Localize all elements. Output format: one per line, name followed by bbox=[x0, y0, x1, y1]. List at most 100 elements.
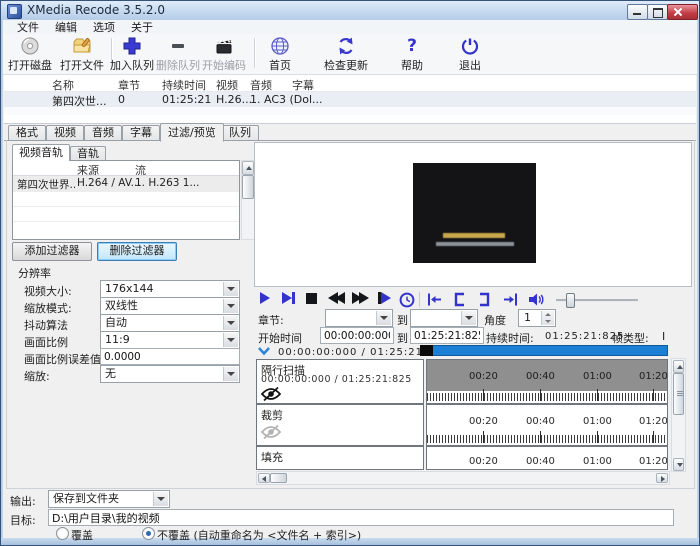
target-path-input[interactable] bbox=[48, 509, 674, 526]
mark-start-button[interactable] bbox=[452, 292, 470, 307]
seek-to-end-button[interactable] bbox=[502, 292, 520, 307]
subtab-audio-track[interactable]: 音轨 bbox=[70, 146, 106, 161]
chevron-down-icon[interactable] bbox=[153, 492, 168, 506]
chevron-down-toggle[interactable] bbox=[257, 346, 271, 359]
zoom-select[interactable]: 无 bbox=[100, 365, 240, 383]
seek-bar-cursor[interactable] bbox=[420, 345, 433, 356]
maximize-button[interactable] bbox=[647, 4, 668, 20]
track-pad-ruler[interactable]: 00:20 00:40 01:00 01:20 bbox=[426, 446, 668, 470]
spinner-arrows-icon[interactable] bbox=[541, 311, 554, 325]
seek-to-start-button[interactable] bbox=[426, 292, 444, 307]
close-button[interactable] bbox=[667, 4, 698, 20]
power-icon bbox=[460, 36, 480, 56]
major-tick bbox=[597, 389, 598, 401]
chevron-down-icon[interactable] bbox=[223, 367, 238, 381]
scale-mode-select[interactable]: 双线性 bbox=[100, 297, 240, 315]
dither-label: 抖动算法 bbox=[24, 317, 68, 333]
tab-audio[interactable]: 音频 bbox=[84, 125, 122, 140]
chevron-down-icon[interactable] bbox=[223, 333, 238, 347]
tab-filter-preview[interactable]: 过滤/预览 bbox=[160, 123, 224, 142]
remove-filter-button[interactable]: 删除过滤器 bbox=[97, 242, 177, 261]
minimize-button[interactable] bbox=[627, 4, 648, 20]
speaker-icon[interactable] bbox=[528, 292, 546, 307]
menu-options[interactable]: 选项 bbox=[85, 19, 123, 35]
scroll-left-button[interactable] bbox=[258, 473, 270, 483]
track-pad-labelcell[interactable]: 填充 bbox=[256, 446, 424, 470]
chevron-down-icon[interactable] bbox=[223, 282, 238, 296]
chevron-down-icon[interactable] bbox=[223, 316, 238, 330]
hscroll-thumb[interactable] bbox=[270, 473, 287, 483]
tab-video[interactable]: 视频 bbox=[46, 125, 84, 140]
overwrite-radio[interactable] bbox=[56, 527, 69, 540]
timeline-vscrollbar[interactable] bbox=[671, 358, 686, 472]
major-tick bbox=[653, 389, 654, 401]
video-size-select[interactable]: 176x144 bbox=[100, 280, 240, 298]
dither-select[interactable]: 自动 bbox=[100, 314, 240, 332]
empty-row-stripe bbox=[4, 107, 696, 115]
exit-button[interactable]: 退出 bbox=[442, 36, 498, 73]
eye-off-icon[interactable] bbox=[260, 386, 282, 405]
homepage-button[interactable]: 首页 bbox=[252, 36, 308, 73]
fast-forward-button[interactable] bbox=[352, 292, 370, 307]
scroll-down-button[interactable] bbox=[673, 458, 684, 471]
clock-icon[interactable] bbox=[399, 292, 417, 307]
start-time-input[interactable] bbox=[320, 327, 394, 344]
tab-format[interactable]: 格式 bbox=[8, 125, 46, 140]
aspect-error-input[interactable] bbox=[100, 348, 240, 365]
start-encoding-label: 开始编码 bbox=[196, 57, 252, 73]
menu-about[interactable]: 关于 bbox=[123, 19, 161, 35]
scroll-thumb[interactable] bbox=[242, 175, 254, 199]
target-label: 目标: bbox=[10, 512, 36, 528]
next-frame-button[interactable] bbox=[282, 292, 300, 307]
aspect-ratio-select[interactable]: 11:9 bbox=[100, 331, 240, 349]
chevron-down-icon[interactable] bbox=[376, 311, 391, 325]
ruler-label: 01:20 bbox=[639, 456, 668, 467]
check-update-button[interactable]: 检查更新 bbox=[318, 36, 374, 73]
table-row[interactable] bbox=[4, 92, 696, 107]
angle-spinner[interactable]: 1 bbox=[518, 309, 556, 327]
output-mode-select[interactable]: 保存到文件夹 bbox=[48, 490, 170, 508]
seek-bar[interactable] bbox=[420, 345, 668, 356]
chapter-to-select[interactable] bbox=[410, 309, 478, 327]
scale-mode-label: 缩放模式: bbox=[24, 300, 72, 316]
help-button[interactable]: ? 帮助 bbox=[384, 36, 440, 73]
volume-slider-thumb[interactable] bbox=[566, 293, 575, 308]
video-subtitle-overlay-line2 bbox=[436, 242, 514, 246]
vscroll-thumb[interactable] bbox=[673, 373, 684, 415]
open-file-button[interactable]: 打开文件 bbox=[54, 36, 110, 73]
timeline-hscrollbar[interactable] bbox=[256, 471, 670, 485]
no-overwrite-radio[interactable] bbox=[142, 527, 155, 540]
open-disc-label: 打开磁盘 bbox=[2, 57, 58, 73]
open-disc-button[interactable]: 打开磁盘 bbox=[2, 36, 58, 73]
track-interlace-ruler[interactable]: 00:20 00:40 01:00 01:20 bbox=[426, 359, 668, 404]
play-button[interactable] bbox=[260, 292, 278, 307]
add-filter-button[interactable]: 添加过滤器 bbox=[12, 242, 92, 261]
track-crop-ruler[interactable]: 00:20 00:40 01:00 01:20 bbox=[426, 404, 668, 446]
eye-off-icon-gray[interactable] bbox=[260, 424, 282, 443]
track-crop-labelcell[interactable]: 裁剪 bbox=[256, 404, 424, 446]
track-interlace-labelcell[interactable]: 隔行扫描 00:00:00:000 / 01:25:21:825 bbox=[256, 359, 424, 404]
titlebar[interactable]: XMedia Recode 3.5.2.0 bbox=[0, 0, 700, 21]
filter-list-scrollbar[interactable] bbox=[241, 160, 255, 240]
chevron-down-icon[interactable] bbox=[461, 311, 476, 325]
menu-edit[interactable]: 编辑 bbox=[47, 19, 85, 35]
zoom-value: 无 bbox=[105, 367, 116, 381]
output-label: 输出: bbox=[10, 493, 36, 509]
step-forward-button[interactable] bbox=[378, 292, 396, 307]
open-file-label: 打开文件 bbox=[54, 57, 110, 73]
filter-source-list[interactable]: 来源 流 第四次世界... H.264 / AV... 1. H.263 1..… bbox=[12, 160, 240, 240]
scroll-up-button[interactable] bbox=[242, 161, 254, 175]
end-time-input[interactable] bbox=[410, 327, 484, 344]
subtab-video-track[interactable]: 视频音轨 bbox=[12, 144, 70, 161]
mark-end-button[interactable] bbox=[478, 292, 496, 307]
tab-subtitle[interactable]: 字幕 bbox=[122, 125, 160, 140]
menu-file[interactable]: 文件 bbox=[9, 19, 47, 35]
tab-queue[interactable]: 队列 bbox=[221, 125, 259, 140]
stop-button[interactable] bbox=[306, 292, 324, 307]
rewind-button[interactable] bbox=[328, 292, 346, 307]
scroll-up-button[interactable] bbox=[673, 360, 684, 373]
chapter-from-select[interactable] bbox=[325, 309, 393, 327]
chevron-down-icon[interactable] bbox=[223, 299, 238, 313]
file-list[interactable]: 名称 章节 持续时间 视频 音频 字幕 第四次世... 0 01:25:21 H… bbox=[4, 74, 696, 124]
scroll-right-button[interactable] bbox=[656, 473, 668, 483]
